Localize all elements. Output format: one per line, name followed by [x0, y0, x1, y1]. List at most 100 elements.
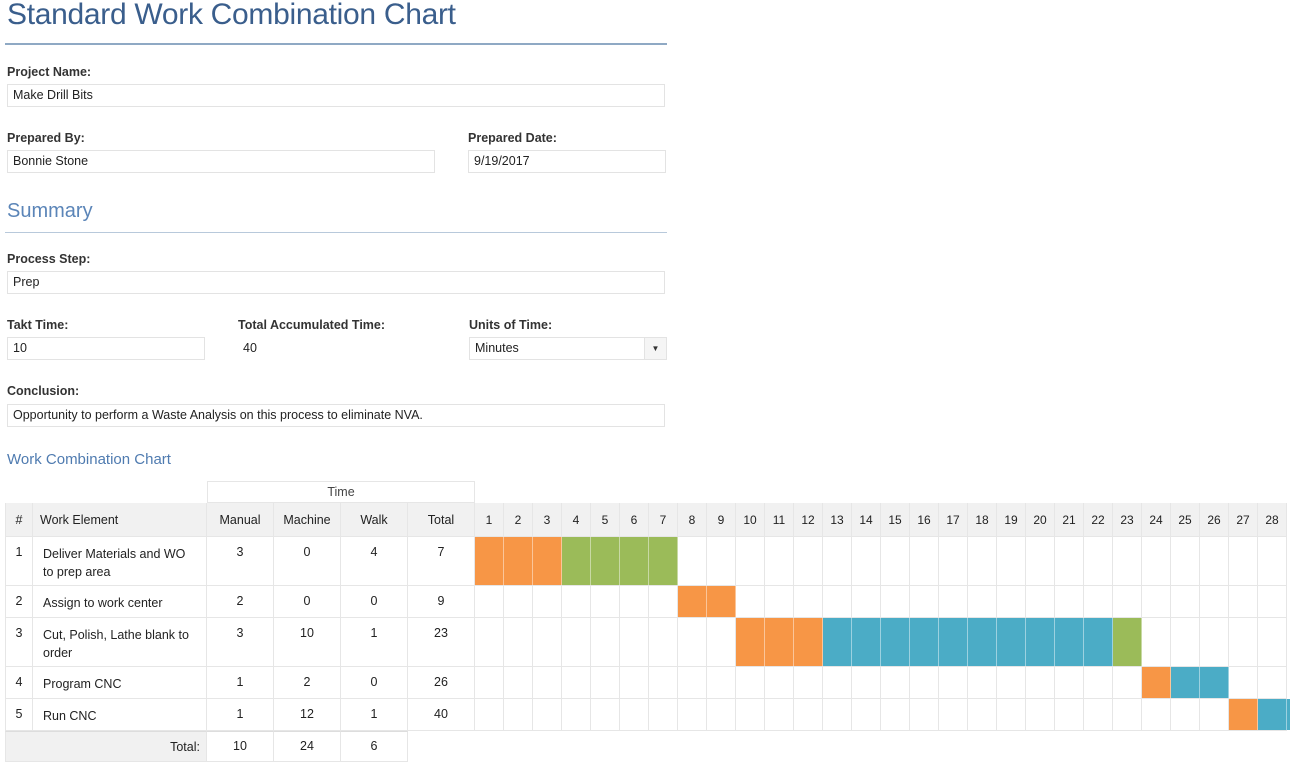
project-name-label: Project Name: — [7, 65, 92, 79]
gantt-bar-machine — [1084, 618, 1113, 666]
gantt-grid-cell — [707, 537, 736, 586]
gantt-grid-cell — [1200, 618, 1229, 667]
gantt-grid-cell — [736, 667, 765, 699]
gantt-grid-cell — [475, 586, 504, 618]
gantt-grid-cell — [1055, 699, 1084, 731]
gantt-grid-cell — [794, 699, 823, 731]
page: Standard Work Combination Chart Project … — [0, 0, 1290, 769]
gantt-grid-cell — [881, 667, 910, 699]
column-header-machine[interactable]: Machine — [274, 503, 341, 537]
gantt-grid-cell — [649, 699, 678, 731]
column-header-walk[interactable]: Walk — [341, 503, 408, 537]
title-divider — [5, 43, 667, 45]
gantt-grid-cell — [707, 667, 736, 699]
table-cell-total: 7 — [408, 537, 475, 586]
table-cell-index: 2 — [5, 586, 33, 618]
gantt-grid-cell — [1200, 699, 1229, 731]
project-name-field[interactable]: Make Drill Bits — [7, 84, 665, 107]
table-cell-machine: 0 — [274, 586, 341, 618]
gantt-grid-cell — [1229, 586, 1258, 618]
prepared-date-label: Prepared Date: — [468, 131, 557, 145]
prepared-by-field[interactable]: Bonnie Stone — [7, 150, 435, 173]
gantt-grid-cell — [1026, 699, 1055, 731]
table-cell-walk: 1 — [341, 699, 408, 731]
process-step-label: Process Step: — [7, 252, 91, 266]
gantt-grid-cell — [707, 699, 736, 731]
gantt-grid-cell — [968, 699, 997, 731]
column-header-index[interactable]: # — [5, 503, 33, 537]
column-header-work-element[interactable]: Work Element — [33, 503, 207, 537]
conclusion-field[interactable]: Opportunity to perform a Waste Analysis … — [7, 404, 665, 427]
time-tick-label: 9 — [707, 503, 736, 537]
gantt-grid-cell — [910, 586, 939, 618]
gantt-bar-walk — [562, 537, 591, 585]
time-tick-label: 16 — [910, 503, 939, 537]
table-cell-index: 5 — [5, 699, 33, 731]
gantt-grid-cell — [591, 618, 620, 667]
gantt-grid-cell — [1171, 537, 1200, 586]
gantt-grid-cell — [1084, 586, 1113, 618]
gantt-grid-cell — [504, 618, 533, 667]
gantt-grid-cell — [852, 667, 881, 699]
gantt-bar-machine — [910, 618, 939, 666]
prepared-date-field[interactable]: 9/19/2017 — [468, 150, 666, 173]
time-tick-label: 2 — [504, 503, 533, 537]
gantt-grid-cell — [1026, 537, 1055, 586]
time-tick-label: 26 — [1200, 503, 1229, 537]
gantt-grid-cell — [649, 586, 678, 618]
table-cell-total: 9 — [408, 586, 475, 618]
gantt-grid-cell — [1258, 667, 1287, 699]
gantt-grid-cell — [765, 586, 794, 618]
column-header-manual[interactable]: Manual — [207, 503, 274, 537]
gantt-bar-machine — [852, 618, 881, 666]
work-combination-heading: Work Combination Chart — [7, 451, 171, 468]
gantt-grid-cell — [910, 667, 939, 699]
table-cell-total: 40 — [408, 699, 475, 731]
gantt-bar-machine — [968, 618, 997, 666]
total-accumulated-time-value: 40 — [243, 341, 257, 355]
gantt-bar-manual — [1142, 667, 1171, 698]
table-cell-walk: 0 — [341, 586, 408, 618]
gantt-grid-cell — [562, 667, 591, 699]
gantt-grid-cell — [504, 667, 533, 699]
takt-time-field[interactable]: 10 — [7, 337, 205, 360]
gantt-grid-cell — [562, 618, 591, 667]
gantt-grid-cell — [620, 667, 649, 699]
table-cell-manual: 3 — [207, 618, 274, 667]
gantt-bar-machine — [1171, 667, 1200, 698]
column-header-total[interactable]: Total — [408, 503, 475, 537]
totals-manual: 10 — [207, 731, 274, 762]
time-tick-label: 20 — [1026, 503, 1055, 537]
gantt-grid-cell — [1258, 537, 1287, 586]
gantt-grid-cell — [1171, 586, 1200, 618]
gantt-grid-cell — [504, 586, 533, 618]
gantt-bar-walk — [591, 537, 620, 585]
units-of-time-select[interactable]: Minutes ▼ — [469, 337, 667, 360]
gantt-grid-cell — [562, 586, 591, 618]
gantt-grid-cell — [852, 537, 881, 586]
gantt-grid-cell — [1113, 667, 1142, 699]
gantt-grid-cell — [678, 699, 707, 731]
gantt-bar-walk — [649, 537, 678, 585]
gantt-grid-cell — [881, 699, 910, 731]
gantt-grid-cell — [765, 699, 794, 731]
gantt-bar-machine — [997, 618, 1026, 666]
gantt-grid-cell — [678, 537, 707, 586]
gantt-grid-cell — [649, 618, 678, 667]
gantt-grid-cell — [997, 667, 1026, 699]
gantt-grid-cell — [881, 537, 910, 586]
table-cell-machine: 10 — [274, 618, 341, 667]
gantt-bar-machine — [1200, 667, 1229, 698]
gantt-grid-cell — [939, 699, 968, 731]
time-tick-label: 11 — [765, 503, 794, 537]
gantt-grid-cell — [1113, 586, 1142, 618]
time-tick-label: 27 — [1229, 503, 1258, 537]
gantt-grid-cell — [852, 586, 881, 618]
gantt-bar-manual — [533, 537, 562, 585]
table-cell-work-element: Assign to work center — [33, 586, 207, 618]
gantt-grid-cell — [1113, 699, 1142, 731]
table-cell-manual: 1 — [207, 667, 274, 699]
gantt-grid-cell — [968, 537, 997, 586]
chevron-down-icon[interactable]: ▼ — [644, 338, 666, 359]
process-step-field[interactable]: Prep — [7, 271, 665, 294]
